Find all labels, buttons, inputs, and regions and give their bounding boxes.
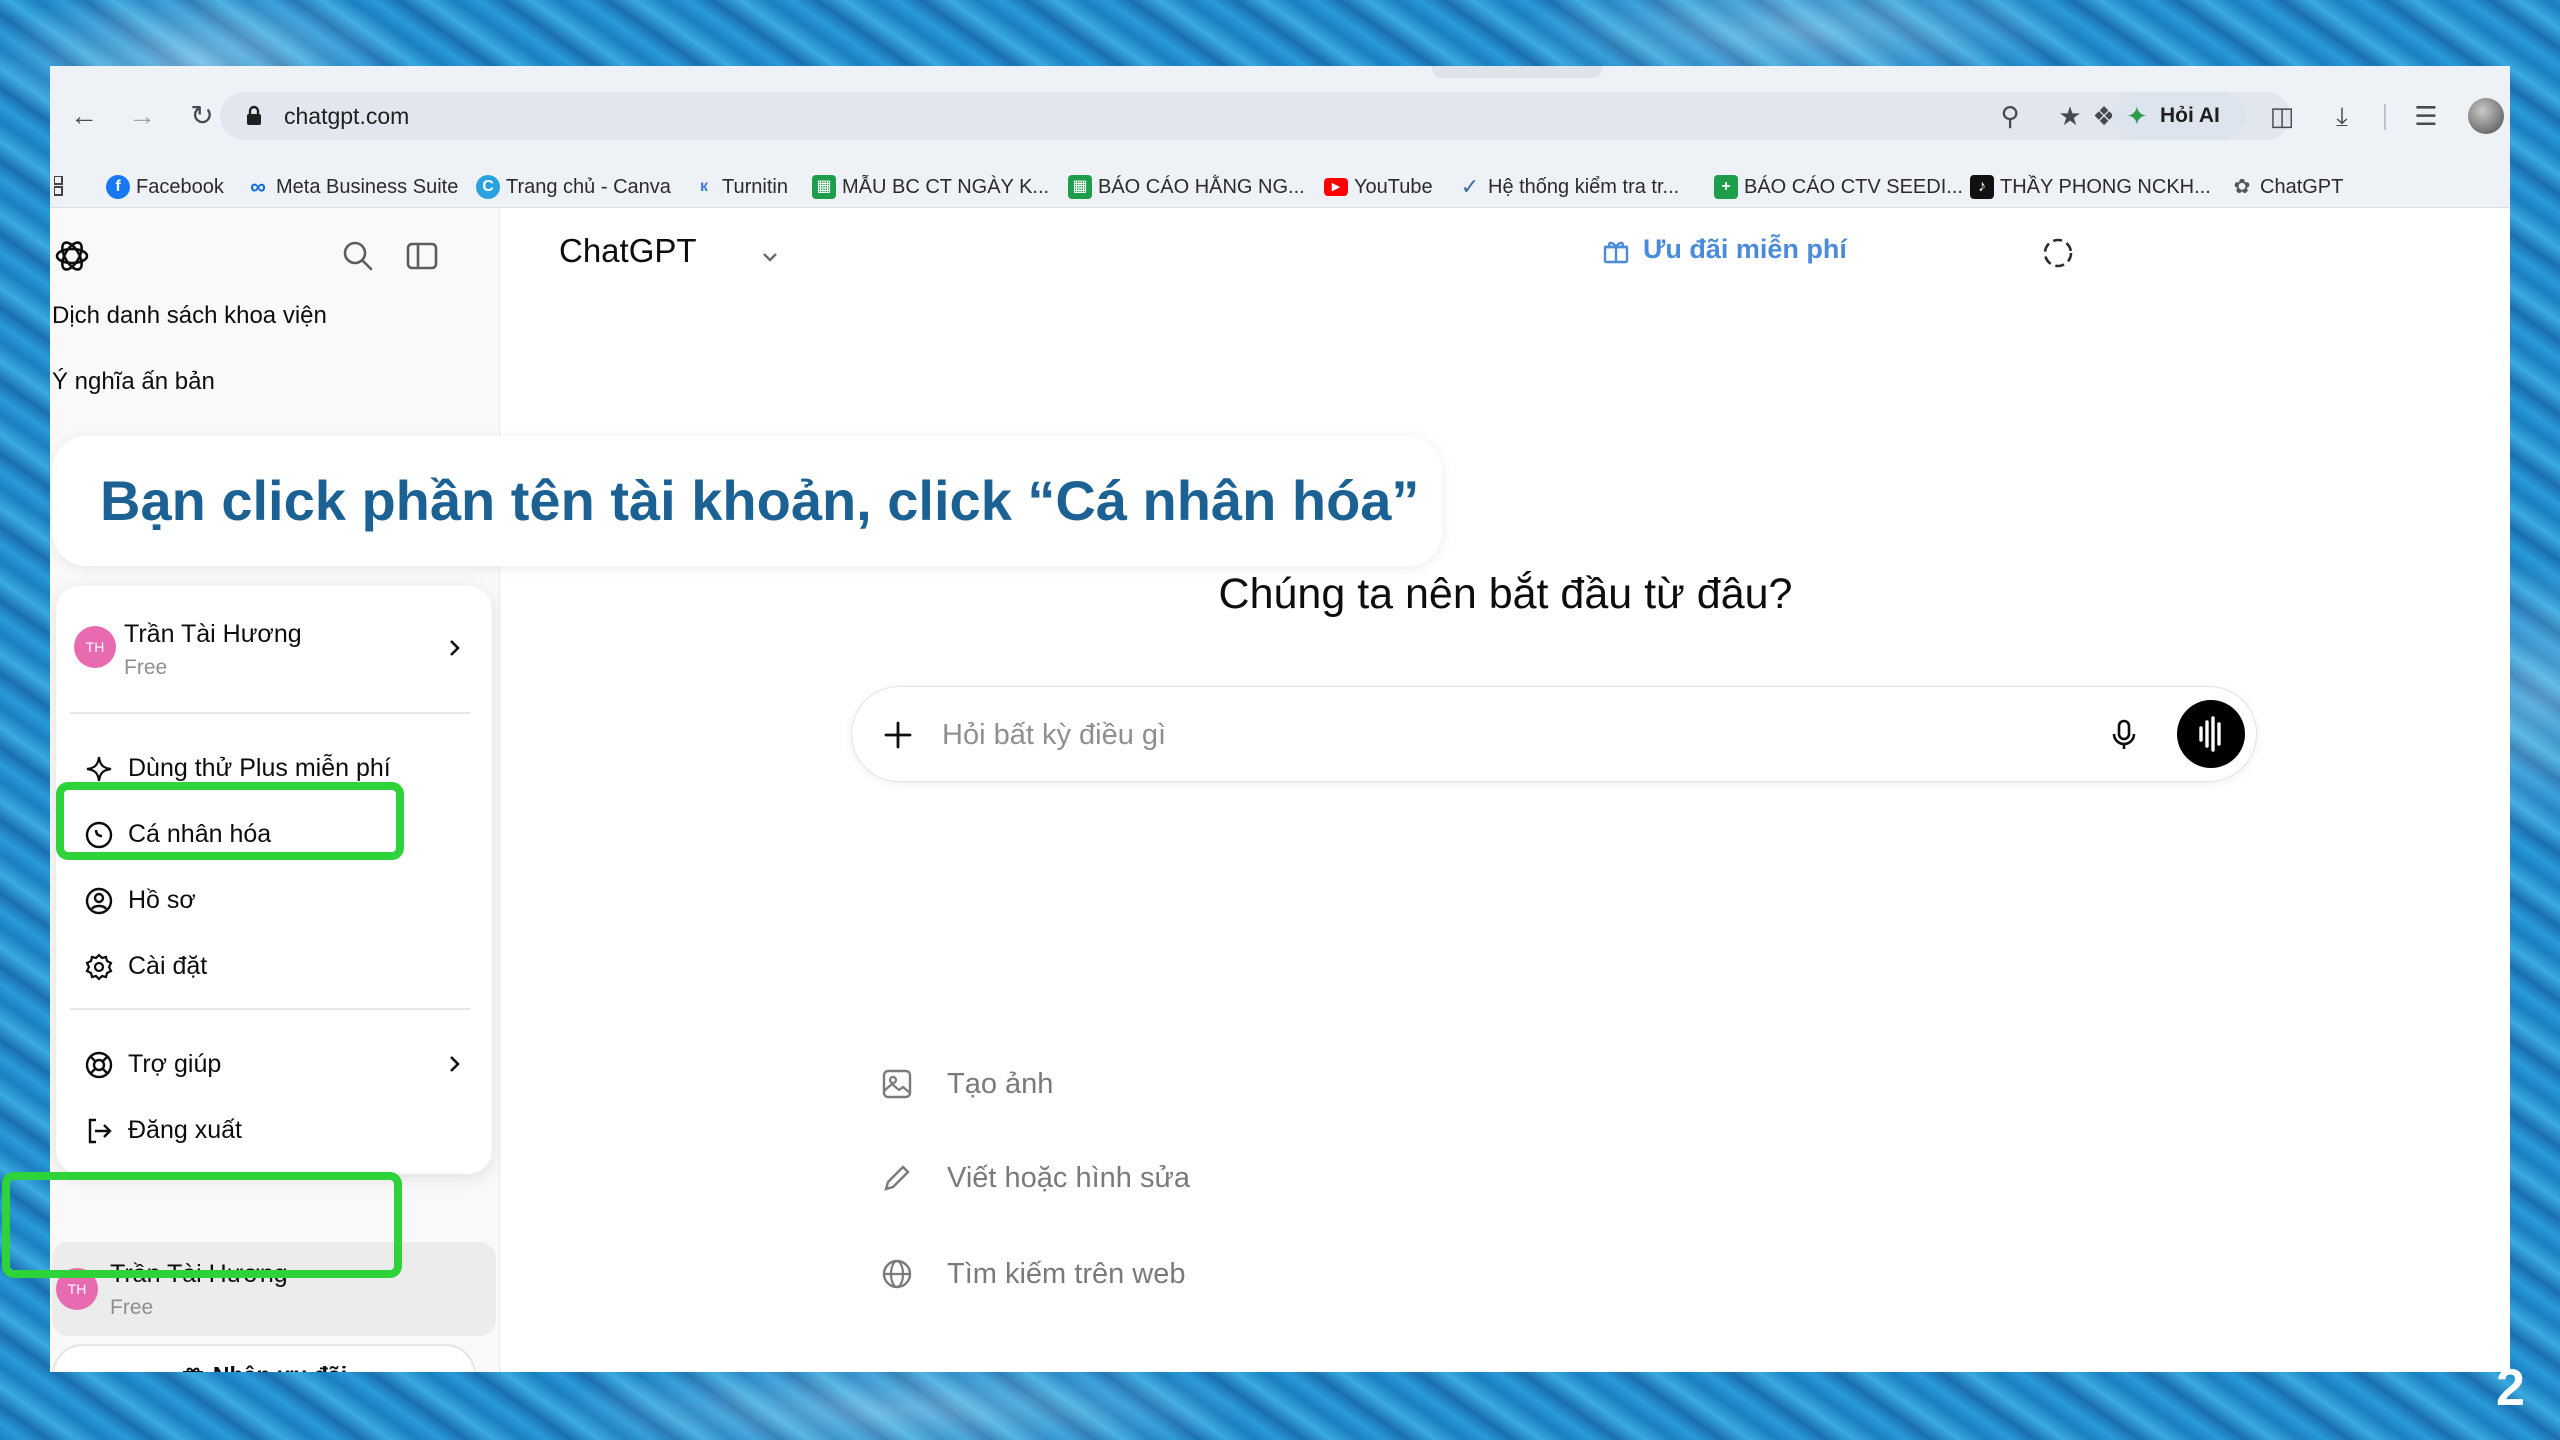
plus-icon[interactable]: [880, 717, 916, 753]
address-bar[interactable]: chatgpt.com ⚲ ★ ⛨: [220, 92, 2290, 140]
get-offer-button[interactable]: Nhận ưu đãi: [52, 1344, 476, 1372]
ask-ai-button[interactable]: ✦ Hỏi AI: [2112, 92, 2246, 140]
lock-icon[interactable]: [242, 104, 266, 128]
split-view-icon[interactable]: ◫: [2262, 96, 2302, 136]
temporary-chat-icon[interactable]: [2041, 236, 2075, 270]
star-icon[interactable]: ★: [2056, 102, 2084, 130]
menu-item-help[interactable]: Trợ giúp: [70, 1036, 470, 1092]
get-offer-label: Nhận ưu đãi: [213, 1362, 347, 1372]
plus-sheet-icon: +: [1714, 175, 1738, 199]
globe-icon: [882, 1259, 912, 1289]
composer: [851, 686, 2257, 782]
facebook-icon: f: [106, 175, 130, 199]
sparkle-icon: ✦: [2126, 101, 2148, 131]
sheet-icon: ▦: [1068, 175, 1092, 199]
settings-icon: [85, 953, 113, 981]
turnitin-icon: к: [699, 178, 708, 195]
profile-icon: [85, 887, 113, 915]
reading-list-icon[interactable]: ☰: [2406, 96, 2446, 136]
tab-strip-peek[interactable]: [1432, 66, 1602, 78]
model-selector[interactable]: ChatGPT: [559, 232, 697, 270]
highlight-account-button: [2, 1172, 402, 1278]
menu-item-profile[interactable]: Hồ sơ: [70, 872, 470, 928]
chevron-down-icon[interactable]: [759, 246, 781, 268]
chatgpt-app: Dịch danh sách khoa viện Ý nghĩa ấn bản …: [50, 208, 2510, 1372]
avatar: TH: [74, 626, 116, 668]
history-item[interactable]: Ý nghĩa ấn bản: [52, 368, 215, 396]
page-number: 2: [2496, 1359, 2525, 1417]
footer-user-plan: Free: [110, 1296, 154, 1319]
bookmark-mau-bc[interactable]: ▦ MẪU BC CT NGÀY K...: [812, 174, 1049, 200]
sheet-icon: ▦: [812, 175, 836, 199]
chatgpt-icon: ✿: [2233, 176, 2251, 198]
bookmark-bao-cao-hang-ngay[interactable]: ▦ BÁO CÁO HẰNG NG...: [1068, 174, 1305, 200]
reload-icon[interactable]: ↻: [182, 96, 222, 136]
canva-icon: C: [476, 175, 500, 199]
image-icon: [882, 1069, 912, 1099]
bookmark-turnitin[interactable]: к Turnitin: [692, 174, 788, 200]
menu-item-logout[interactable]: Đăng xuất: [70, 1102, 470, 1158]
bookmark-youtube[interactable]: ▶ YouTube: [1324, 174, 1433, 200]
main-panel: ChatGPT Ưu đãi miễn phí Chúng ta nên bắt…: [501, 208, 2510, 1372]
free-offer-link[interactable]: Ưu đãi miễn phí: [1601, 234, 1847, 265]
tiktok-icon: ♪: [1970, 175, 1994, 199]
chevron-right-icon: [450, 1056, 460, 1072]
meta-icon: ∞: [250, 174, 266, 199]
gift-icon: [1603, 241, 1629, 264]
browser-toolbar: ← → ↻ chatgpt.com ⚲ ★ ⛨ ❖ ✦ Hỏi AI ◫ ⤓ ☰: [50, 66, 2510, 166]
logout-icon: [88, 1118, 112, 1144]
free-offer-label: Ưu đãi miễn phí: [1643, 234, 1847, 264]
bookmark-facebook[interactable]: f Facebook: [106, 174, 224, 200]
check-icon: ✓: [1460, 174, 1480, 199]
voice-waveform-icon: [2199, 716, 2221, 752]
search-icon[interactable]: [340, 238, 376, 274]
help-icon: [85, 1051, 113, 1079]
url-text[interactable]: chatgpt.com: [284, 103, 409, 130]
account-menu: TH Trần Tài Hương Free Dùng thử Plus miễ…: [56, 586, 492, 1174]
bookmark-meta-business-suite[interactable]: ∞ Meta Business Suite: [246, 174, 458, 200]
menu-user-plan: Free: [124, 656, 168, 679]
menu-user-name: Trần Tài Hương: [124, 620, 302, 648]
history-item[interactable]: Dịch danh sách khoa viện: [52, 302, 327, 330]
sidebar-toggle-icon[interactable]: [404, 238, 440, 274]
microphone-icon[interactable]: [2106, 717, 2142, 753]
browser-window: ← → ↻ chatgpt.com ⚲ ★ ⛨ ❖ ✦ Hỏi AI ◫ ⤓ ☰: [50, 66, 2510, 1372]
apps-icon[interactable]: [54, 176, 74, 196]
ask-ai-label: Hỏi AI: [2160, 104, 2220, 127]
sparkle-icon: [86, 756, 112, 782]
chatgpt-logo-icon[interactable]: [52, 236, 92, 276]
highlight-personalize: [56, 782, 404, 860]
chevron-right-icon: [450, 640, 460, 656]
menu-user-row[interactable]: TH Trần Tài Hương Free: [56, 586, 492, 696]
menu-item-settings[interactable]: Cài đặt: [70, 938, 470, 994]
bookmarks-bar: f Facebook ∞ Meta Business Suite C Trang…: [50, 166, 2510, 208]
downloads-icon[interactable]: ⤓: [2322, 96, 2362, 136]
voice-mode-button[interactable]: [2177, 700, 2245, 768]
youtube-icon: ▶: [1324, 178, 1348, 196]
forward-icon[interactable]: →: [122, 96, 162, 136]
back-icon[interactable]: ←: [64, 96, 104, 136]
bookmark-canva[interactable]: C Trang chủ - Canva: [476, 174, 671, 200]
pencil-icon: [884, 1165, 910, 1191]
bookmark-bao-cao-ctv[interactable]: + BÁO CÁO CTV SEEDI...: [1714, 174, 1963, 200]
gift-icon: [182, 1367, 203, 1372]
bookmark-he-thong-kiem-tra[interactable]: ✓ Hệ thống kiểm tra tr...: [1458, 174, 1679, 200]
prompt-input[interactable]: [942, 709, 2002, 761]
browser-profile-avatar[interactable]: [2468, 98, 2504, 134]
zoom-icon[interactable]: ⚲: [1996, 102, 2024, 130]
bookmark-chatgpt[interactable]: ✿ ChatGPT: [2230, 174, 2344, 200]
page-title: Chúng ta nên bắt đầu từ đâu?: [1218, 570, 1793, 618]
bookmark-thay-phong[interactable]: ♪ THẦY PHONG NCKH...: [1970, 174, 2211, 200]
instruction-callout: Bạn click phần tên tài khoản, click “Cá …: [52, 436, 1442, 566]
